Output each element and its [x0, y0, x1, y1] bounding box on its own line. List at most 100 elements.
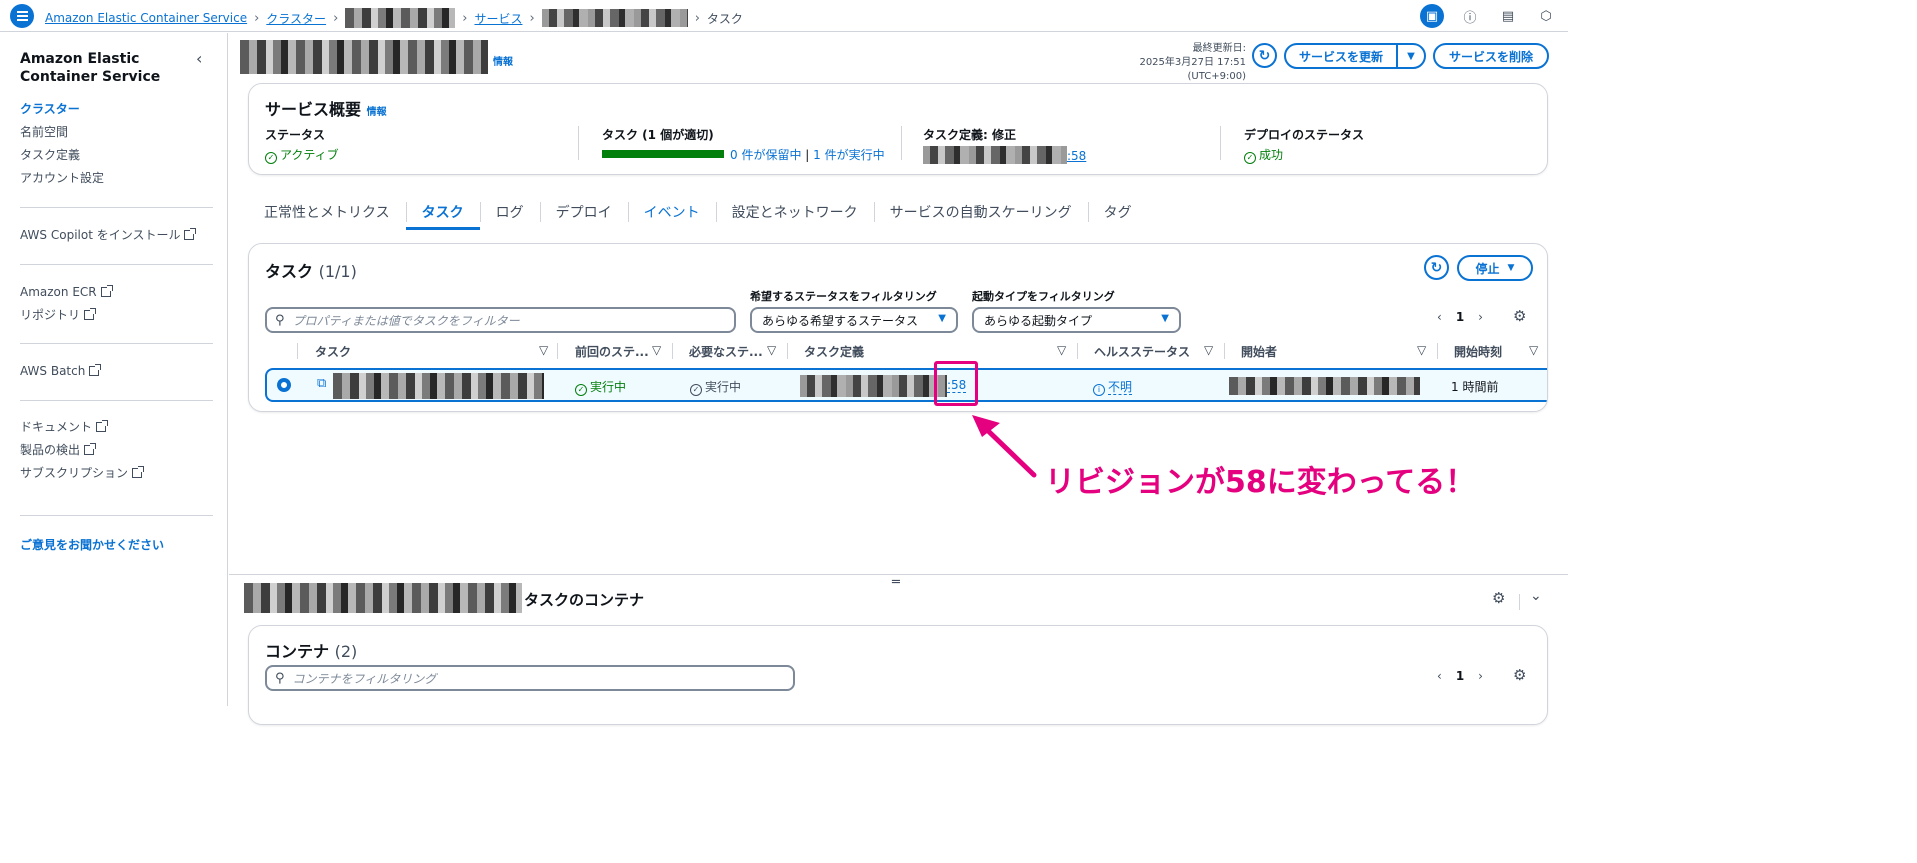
feedback-link[interactable]: ご意見をお聞かせください	[20, 536, 164, 553]
col-task-label: タスク	[315, 345, 352, 359]
settings-icon[interactable]: ⬡	[1534, 4, 1558, 28]
containers-pagination: ‹ 1 ›	[1437, 669, 1483, 683]
pending-link[interactable]: 0 件が保留中	[730, 148, 801, 162]
container-search-input[interactable]: ⚲ コンテナをフィルタリング	[265, 665, 795, 691]
desired-status-text: 実行中	[705, 380, 742, 394]
tab-deployments[interactable]: デプロイ	[539, 196, 628, 230]
running-link[interactable]: 1 件が実行中	[813, 148, 884, 162]
divider	[672, 343, 673, 359]
header-info-link[interactable]: 情報	[493, 53, 513, 68]
chevron-right-icon: ›	[462, 10, 468, 26]
sidebar-item-namespaces[interactable]: 名前空間	[20, 121, 104, 144]
breadcrumb-services[interactable]: サービス	[474, 10, 522, 27]
refresh-icon[interactable]: ↻	[1252, 43, 1277, 68]
prev-page-icon[interactable]: ‹	[1437, 310, 1442, 324]
table-settings-icon[interactable]: ⚙	[1513, 307, 1526, 325]
last-updated-label: 最終更新日:	[1192, 43, 1246, 54]
tab-configuration[interactable]: 設定とネットワーク	[715, 196, 874, 230]
redacted-cluster-name[interactable]	[345, 8, 456, 28]
sort-icon[interactable]: ▽	[1529, 343, 1538, 357]
prev-page-icon[interactable]: ‹	[1437, 669, 1442, 683]
update-service-button[interactable]: サービスを更新	[1284, 43, 1398, 69]
sidebar-item-account-settings[interactable]: アカウント設定	[20, 167, 104, 190]
copy-icon[interactable]: ⧉	[317, 376, 326, 391]
health-text[interactable]: 不明	[1108, 380, 1133, 395]
col-task[interactable]: タスク	[315, 343, 351, 360]
sidebar-item-ecr[interactable]: Amazon ECR	[20, 281, 113, 304]
stop-button[interactable]: 停止 ▼	[1457, 255, 1533, 281]
breadcrumb-current: タスク	[706, 11, 743, 26]
breadcrumb-clusters[interactable]: クラスター	[266, 10, 326, 27]
menu-icon[interactable]	[10, 4, 34, 28]
sort-icon[interactable]: ▽	[1417, 343, 1426, 357]
next-page-icon[interactable]: ›	[1478, 310, 1483, 324]
close-sidebar-icon[interactable]: ‹	[196, 49, 202, 68]
running-progress-bar	[602, 150, 724, 158]
sidebar-item-clusters[interactable]: クラスター	[20, 98, 104, 121]
panel-icon[interactable]: ▣	[1420, 4, 1444, 28]
tab-autoscaling[interactable]: サービスの自動スケーリング	[873, 196, 1088, 230]
collapse-chevron-icon[interactable]: ⌄	[1530, 588, 1542, 604]
sort-icon[interactable]: ▽	[1204, 343, 1213, 357]
last-updated-value: 2025年3月27日 17:51 (UTC+9:00)	[1139, 57, 1246, 82]
redacted-taskdef-family	[800, 375, 947, 397]
notes-icon[interactable]: ▤	[1496, 4, 1520, 28]
sidebar-item-products[interactable]: 製品の検出	[20, 439, 142, 462]
sort-icon[interactable]: ▽	[1057, 343, 1066, 357]
col-last-status[interactable]: 前回のステ...	[575, 343, 649, 360]
sort-icon[interactable]: ▽	[767, 343, 776, 357]
annotation-arrow	[972, 415, 1037, 478]
sidebar-item-task-definitions[interactable]: タスク定義	[20, 144, 104, 167]
divider	[578, 126, 579, 160]
sidebar-section-docs: ドキュメント 製品の検出 サブスクリプション	[20, 416, 145, 485]
delete-service-button[interactable]: サービスを削除	[1433, 43, 1549, 69]
table-row[interactable]: ⧉ ✓ 実行中 ✓ 実行中 :58 i 不明 1 時間前	[265, 368, 1547, 402]
check-circle-icon: ✓	[1244, 152, 1256, 164]
col-started-at[interactable]: 開始時刻	[1454, 343, 1502, 360]
products-label: 製品の検出	[20, 443, 81, 457]
divider	[901, 126, 902, 160]
taskdef-revision-link[interactable]: :58	[1067, 149, 1086, 163]
pagination: ‹ 1 ›	[1437, 310, 1483, 324]
sort-icon[interactable]: ▽	[539, 343, 548, 357]
ecr-label: Amazon ECR	[20, 285, 97, 299]
page-number[interactable]: 1	[1456, 310, 1464, 324]
containers-page-number[interactable]: 1	[1456, 669, 1464, 683]
update-service-dropdown-icon[interactable]: ▼	[1396, 43, 1426, 69]
col-started-by[interactable]: 開始者	[1241, 343, 1277, 360]
sidebar-title: Amazon Elastic Container Service	[20, 51, 161, 85]
sidebar-item-repositories[interactable]: リポジトリ	[20, 304, 111, 327]
breadcrumb-ecs[interactable]: Amazon Elastic Container Service	[45, 11, 247, 25]
refresh-tasks-icon[interactable]: ↻	[1424, 255, 1449, 280]
sidebar-item-subscriptions[interactable]: サブスクリプション	[20, 462, 145, 485]
panel-settings-icon[interactable]: ⚙	[1492, 589, 1505, 607]
check-circle-icon: ✓	[265, 152, 277, 164]
row-radio[interactable]	[277, 378, 291, 392]
next-page-icon[interactable]: ›	[1478, 669, 1483, 683]
col-health[interactable]: ヘルスステータス	[1094, 343, 1190, 360]
tab-tasks[interactable]: タスク	[405, 196, 480, 230]
drag-handle-icon[interactable]: ═	[892, 575, 900, 590]
task-search-input[interactable]: ⚲ プロパティまたは値でタスクをフィルター	[265, 307, 736, 333]
sidebar-item-batch[interactable]: AWS Batch	[20, 360, 102, 383]
tab-tags[interactable]: タグ	[1087, 196, 1148, 230]
redacted-taskdef-name	[923, 146, 1067, 164]
containers-table-settings-icon[interactable]: ⚙	[1513, 666, 1526, 684]
redacted-task-id[interactable]	[333, 373, 544, 399]
tab-logs[interactable]: ログ	[479, 196, 540, 230]
launch-filter-select[interactable]: あらゆる起動タイプ ▼	[972, 307, 1181, 333]
col-task-definition[interactable]: タスク定義	[804, 343, 864, 360]
sidebar-item-docs[interactable]: ドキュメント	[20, 416, 142, 439]
divider	[1519, 594, 1520, 610]
overview-info-link[interactable]: 情報	[367, 107, 387, 118]
redacted-service-name[interactable]	[541, 9, 688, 27]
divider	[1224, 343, 1225, 359]
sort-icon[interactable]: ▽	[652, 343, 661, 357]
info-icon[interactable]: ⓘ	[1458, 4, 1482, 28]
sidebar-item-copilot[interactable]: AWS Copilot をインストール	[20, 224, 197, 247]
col-desired-status[interactable]: 必要なステ...	[689, 343, 763, 360]
status-filter-select[interactable]: あらゆる希望するステータス ▼	[750, 307, 958, 333]
tab-health[interactable]: 正常性とメトリクス	[248, 196, 406, 230]
tab-events[interactable]: イベント	[627, 196, 716, 230]
caret-down-icon: ▼	[938, 313, 946, 324]
